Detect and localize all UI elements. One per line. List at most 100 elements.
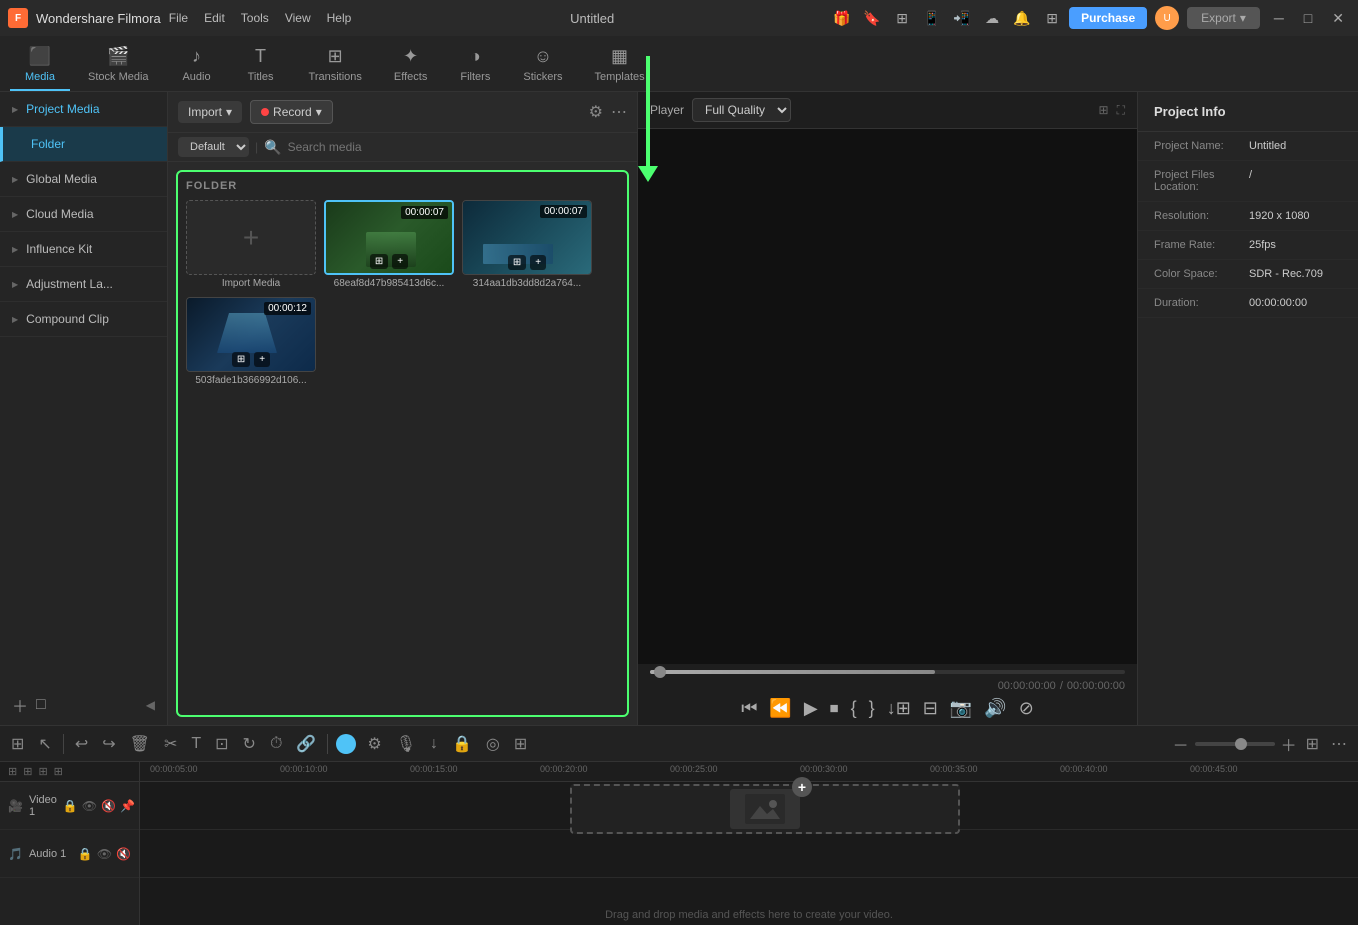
video1-grid-btn[interactable]: ⊞ [370,254,388,269]
zoom-in-button[interactable]: ＋ [1281,732,1297,756]
tab-stock-media[interactable]: 🎬 Stock Media [74,39,163,91]
redo-button[interactable]: ↪ [99,731,118,757]
minimize-button[interactable]: ─ [1268,8,1290,28]
split-view-icon[interactable]: ⊞ [1099,103,1109,118]
video3-grid-btn[interactable]: ⊞ [232,352,250,367]
add-effect-track[interactable]: ⊞ [54,765,63,778]
tab-stickers[interactable]: ☺ Stickers [509,39,576,91]
text-tool[interactable]: T [188,732,204,756]
menu-tools[interactable]: Tools [241,11,269,25]
phone2-icon[interactable]: 📲 [953,9,971,27]
upload-icon[interactable]: ☁ [983,9,1001,27]
tab-filters[interactable]: ◑ Filters [445,39,505,91]
undo-button[interactable]: ↩ [72,731,91,757]
add-folder-button[interactable]: ＋ [12,693,28,717]
screen-icon[interactable]: ⊞ [893,9,911,27]
import-button[interactable]: Import ▾ [178,101,242,123]
video-track-1[interactable]: + [140,782,1358,830]
export-button[interactable]: Export ▾ [1187,7,1260,29]
grid-icon[interactable]: ⊞ [1043,9,1061,27]
more-options-icon[interactable]: ⋯ [611,102,627,122]
gift-icon[interactable]: 🎁 [833,9,851,27]
audio-eye-icon[interactable]: 👁 [97,847,112,861]
split-audio-tool[interactable]: ⊞ [511,731,530,757]
video3-add-btn[interactable]: + [254,352,270,367]
split-view-button2[interactable]: ⊟ [923,698,938,719]
menu-view[interactable]: View [285,11,311,25]
audio-lock-icon[interactable]: 🔒 [78,847,93,861]
record-button[interactable]: Record ▾ [250,100,333,124]
video2-add-btn[interactable]: + [530,255,546,270]
timeline-pointer-tool[interactable]: ↖ [35,731,54,757]
link-tool[interactable]: 🔗 [293,731,319,757]
sidebar-item-compound-clip[interactable]: ▶ Compound Clip [0,302,167,337]
zoom-slider[interactable] [1195,742,1275,746]
sidebar-item-cloud-media[interactable]: ▶ Cloud Media [0,197,167,232]
track-mute-icon[interactable]: 🔇 [101,799,116,813]
tab-media[interactable]: ⬛ Media [10,39,70,91]
skip-back-button[interactable]: ⏮ [741,698,757,719]
delete-button[interactable]: 🗑 [127,731,153,757]
quality-select[interactable]: Full Quality 1/2 Quality 1/4 Quality [692,98,791,122]
play-button[interactable]: ▶ [804,698,818,719]
cut-button[interactable]: ✂ [161,731,180,757]
volume-button[interactable]: 🔊 [984,698,1006,719]
screenshot-button[interactable]: 📷 [950,698,972,719]
mark-in-button[interactable]: { [851,698,857,719]
track-pin-icon[interactable]: 📌 [120,799,135,813]
audio-track-1[interactable] [140,830,1358,878]
sidebar-item-project-media[interactable]: ▶ Project Media [0,92,167,127]
layout-options-button[interactable]: ⊞ [1303,731,1322,757]
audio-tool[interactable]: ⚙ [364,731,384,757]
user-avatar[interactable]: U [1155,6,1179,30]
add-video-track[interactable]: ⊞ [8,765,17,778]
bell-icon[interactable]: 🔔 [1013,9,1031,27]
timeline-marker[interactable] [336,734,356,754]
collab-tool[interactable]: ◎ [483,731,503,757]
speed-tool[interactable]: ⏱ [267,732,285,756]
media-item-video1[interactable]: 00:00:07 ⊞ + 68eaf8d47b985413d6c... [324,200,454,289]
search-input[interactable] [288,140,627,154]
track-lock-icon[interactable]: 🔒 [63,799,78,813]
stop-button[interactable]: ⏹ [830,698,839,719]
import-thumb[interactable]: + [186,200,316,275]
tab-transitions[interactable]: ⊞ Transitions [295,39,376,91]
add-audio-track[interactable]: ⊞ [23,765,32,778]
settings-menu-button[interactable]: ⋯ [1328,731,1350,757]
phone-icon[interactable]: 📱 [923,9,941,27]
add-clip-button[interactable]: + [792,777,812,797]
progress-bar[interactable] [650,670,1125,674]
add-track-button[interactable]: ↓ [427,732,441,756]
sidebar-item-influence-kit[interactable]: ▶ Influence Kit [0,232,167,267]
sidebar-item-global-media[interactable]: ▶ Global Media [0,162,167,197]
progress-handle[interactable] [654,666,666,678]
sidebar-item-folder[interactable]: Folder [0,127,167,162]
video2-grid-btn[interactable]: ⊞ [508,255,526,270]
tab-titles[interactable]: T Titles [231,39,291,91]
add-to-timeline-button[interactable]: ↓⊞ [887,698,911,719]
add-text-track[interactable]: ⊞ [38,765,47,778]
voiceover-tool[interactable]: 🎙 [393,731,419,757]
close-button[interactable]: ✕ [1326,8,1350,29]
settings-button[interactable]: ⊘ [1019,698,1034,719]
audio-mute-icon[interactable]: 🔇 [116,847,131,861]
zoom-out-button[interactable]: － [1173,732,1189,756]
media-item-video3[interactable]: 00:00:12 ⊞ + 503fade1b366992d106... [186,297,316,386]
crop-tool[interactable]: ⊡ [212,731,231,757]
default-select[interactable]: Default [178,137,249,157]
remove-folder-button[interactable]: □ [36,696,46,714]
tab-audio[interactable]: ♪ Audio [167,39,227,91]
menu-edit[interactable]: Edit [204,11,225,25]
bookmark-icon[interactable]: 🔖 [863,9,881,27]
frame-back-button[interactable]: ⏪ [769,698,791,719]
purchase-button[interactable]: Purchase [1069,7,1147,29]
menu-help[interactable]: Help [327,11,352,25]
collapse-panel-button[interactable]: ◀ [146,698,155,712]
mark-out-button[interactable]: } [869,698,875,719]
import-media-item[interactable]: + Import Media [186,200,316,289]
track-eye-icon[interactable]: 👁 [82,799,97,813]
fullscreen-icon[interactable]: ⛶ [1117,103,1125,118]
maximize-button[interactable]: □ [1298,8,1318,28]
zoom-handle[interactable] [1235,738,1247,750]
video1-add-btn[interactable]: + [392,254,408,269]
